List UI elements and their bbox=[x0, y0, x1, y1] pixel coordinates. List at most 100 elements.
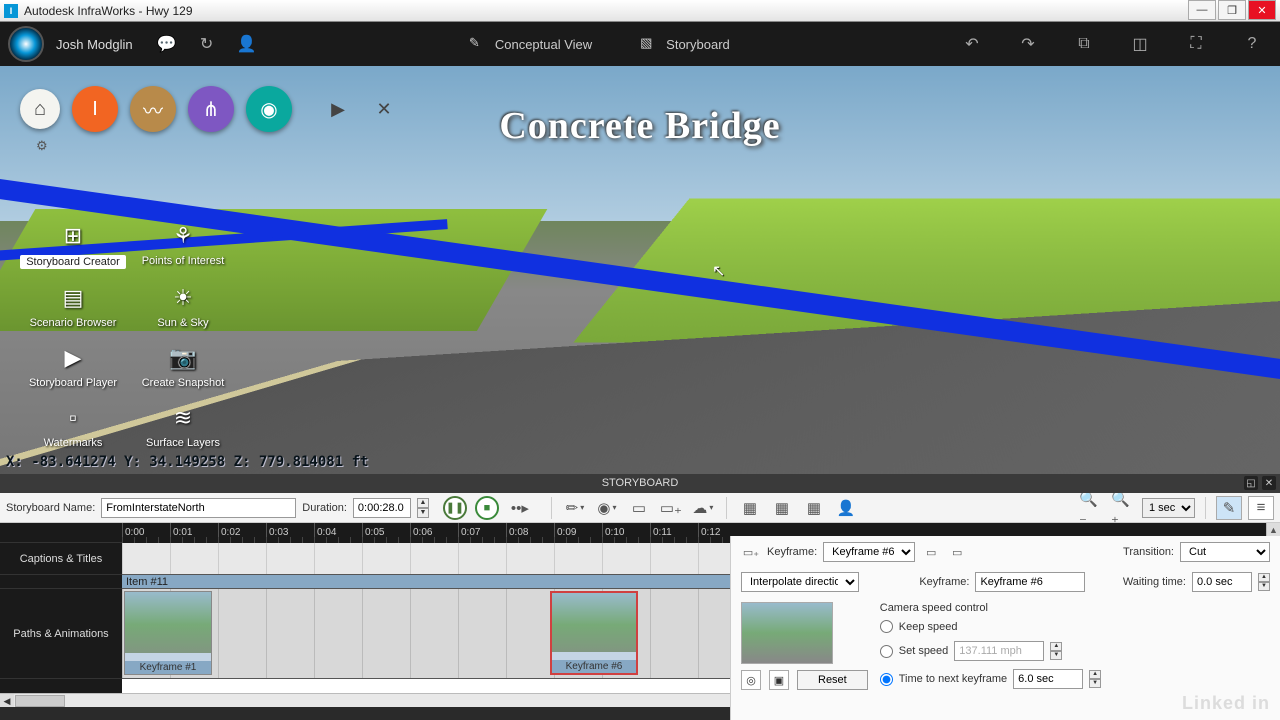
row-captions-label: Captions & Titles bbox=[0, 543, 122, 575]
app-menu-button[interactable] bbox=[8, 26, 44, 62]
duration-input[interactable] bbox=[353, 498, 411, 518]
keyframe-properties-panel: ▭₊ Keyframe: Keyframe #6 ▭ ▭ Transition:… bbox=[730, 536, 1280, 720]
add-weather-dropdown[interactable]: ☁ bbox=[690, 496, 716, 520]
cursor-icon: ↖ bbox=[712, 261, 725, 281]
zoom-in-icon[interactable]: 🔍₊ bbox=[1110, 496, 1136, 520]
keyframe2-input[interactable] bbox=[975, 572, 1085, 592]
edit-mode-button[interactable]: ✎ bbox=[1216, 496, 1242, 520]
grid-tool-2[interactable]: ▦ bbox=[769, 496, 795, 520]
waiting-input[interactable] bbox=[1192, 572, 1252, 592]
grid-tool-3[interactable]: ▦ bbox=[801, 496, 827, 520]
grid-plus-icon: ⊞ bbox=[56, 221, 90, 251]
camera-icon: 📷 bbox=[166, 343, 200, 373]
home-button[interactable]: ⌂ bbox=[20, 89, 60, 129]
stop-button[interactable]: ■ bbox=[475, 496, 499, 520]
user-name[interactable]: Josh Modglin bbox=[56, 37, 133, 52]
mode-bridge-button[interactable]: ⋔ bbox=[188, 86, 234, 132]
window-close-button[interactable]: ✕ bbox=[1248, 0, 1276, 20]
add-camera-dropdown[interactable]: ◉ bbox=[594, 496, 620, 520]
time-next-stepper[interactable]: ▲▼ bbox=[1089, 670, 1101, 688]
reset-button[interactable]: Reset bbox=[797, 670, 868, 690]
add-title-button[interactable]: ▭₊ bbox=[658, 496, 684, 520]
duplicate-icon[interactable]: ⧉ bbox=[1072, 32, 1096, 56]
transition-select[interactable]: Cut bbox=[1180, 542, 1270, 562]
step-icon[interactable]: ••▸ bbox=[507, 496, 533, 520]
redo-icon[interactable]: ↷ bbox=[1016, 32, 1040, 56]
record-person-icon[interactable]: 👤 bbox=[833, 496, 859, 520]
tools-icon[interactable]: ✕ bbox=[370, 95, 398, 123]
add-caption-button[interactable]: ▭ bbox=[626, 496, 652, 520]
mode-road-button[interactable]: 〰 bbox=[130, 86, 176, 132]
refresh-icon[interactable]: ↻ bbox=[195, 32, 219, 56]
window-title: Autodesk InfraWorks - Hwy 129 bbox=[24, 4, 193, 18]
pencil-icon: ✎ bbox=[469, 35, 487, 53]
conceptual-view-button[interactable]: ✎ Conceptual View bbox=[469, 35, 592, 53]
person-icon[interactable]: 👤 bbox=[235, 32, 259, 56]
storyboard-panel-header: STORYBOARD ◱ ✕ bbox=[0, 474, 1280, 493]
grid-tool-1[interactable]: ▦ bbox=[737, 496, 763, 520]
app-icon: I bbox=[4, 4, 18, 18]
chat-icon[interactable]: 💬 bbox=[155, 32, 179, 56]
tool-scenario-browser[interactable]: ▤ Scenario Browser bbox=[18, 283, 128, 329]
mode-drainage-button[interactable]: ◉ bbox=[246, 86, 292, 132]
main-toolbar: Josh Modglin 💬 ↻ 👤 ✎ Conceptual View ▧ S… bbox=[0, 22, 1280, 66]
storyboard-panel-title: STORYBOARD bbox=[602, 477, 679, 489]
browser-icon: ▤ bbox=[56, 283, 90, 313]
keyframe-add-icon[interactable]: ▭₊ bbox=[741, 542, 761, 562]
set-speed-stepper: ▲▼ bbox=[1050, 642, 1062, 660]
help-icon[interactable]: ? bbox=[1240, 32, 1264, 56]
fullscreen-icon[interactable]: ⛶ bbox=[1184, 32, 1208, 56]
keyframe-6[interactable]: Keyframe #6 bbox=[550, 591, 638, 675]
keyframe-thumbnail bbox=[741, 602, 833, 664]
sun-icon: ☀ bbox=[166, 283, 200, 313]
timescale-select[interactable]: 1 sec bbox=[1142, 498, 1195, 518]
radio-keep-speed[interactable]: Keep speed bbox=[880, 620, 1270, 633]
storyboard-toolbar: Storyboard Name: Duration: ▲▼ ❚❚ ■ ••▸ ✏… bbox=[0, 493, 1280, 523]
time-next-input[interactable] bbox=[1013, 669, 1083, 689]
storyboard-mode-button[interactable]: ▧ Storyboard bbox=[640, 35, 730, 53]
kf-next-icon[interactable]: ▭ bbox=[947, 542, 967, 562]
duration-stepper[interactable]: ▲▼ bbox=[417, 498, 429, 518]
pause-button[interactable]: ❚❚ bbox=[443, 496, 467, 520]
kf-prev-icon[interactable]: ▭ bbox=[921, 542, 941, 562]
storyboard-name-input[interactable] bbox=[101, 498, 296, 518]
storyboard-name-label: Storyboard Name: bbox=[6, 502, 95, 514]
mode-orange-button[interactable]: I bbox=[72, 86, 118, 132]
layers-icon: ≋ bbox=[166, 403, 200, 433]
panel-popout-button[interactable]: ◱ bbox=[1244, 476, 1258, 490]
window-maximize-button[interactable]: ❐ bbox=[1218, 0, 1246, 20]
keyframe-1[interactable]: Keyframe #1 bbox=[124, 591, 212, 675]
radio-time-next[interactable]: Time to next keyframe ▲▼ bbox=[880, 669, 1270, 689]
tool-create-snapshot[interactable]: 📷 Create Snapshot bbox=[128, 343, 238, 389]
list-mode-button[interactable]: ≡ bbox=[1248, 496, 1274, 520]
watermark-icon: ▫ bbox=[56, 403, 90, 433]
keyframe2-label: Keyframe: bbox=[919, 576, 969, 588]
viewport-3d[interactable]: 人人素材社区 Concrete Bridge ↖ ⌂ I 〰 ⋔ ◉ ▶ ✕ ⚙… bbox=[0, 66, 1280, 474]
tool-sun-sky[interactable]: ☀ Sun & Sky bbox=[128, 283, 238, 329]
radio-set-speed[interactable]: Set speed ▲▼ bbox=[880, 641, 1270, 661]
tool-surface-layers[interactable]: ≋ Surface Layers bbox=[128, 403, 238, 449]
split-view-icon[interactable]: ◫ bbox=[1128, 32, 1152, 56]
keyframe-select[interactable]: Keyframe #6 bbox=[823, 542, 915, 562]
present-icon[interactable]: ▶ bbox=[324, 95, 352, 123]
conceptual-view-label: Conceptual View bbox=[495, 37, 592, 52]
target-icon[interactable]: ◎ bbox=[741, 670, 761, 690]
window-titlebar: I Autodesk InfraWorks - Hwy 129 — ❐ ✕ bbox=[0, 0, 1280, 22]
waiting-stepper[interactable]: ▲▼ bbox=[1258, 573, 1270, 591]
tool-storyboard-player[interactable]: ▶ Storyboard Player bbox=[18, 343, 128, 389]
frame-icon[interactable]: ▣ bbox=[769, 670, 789, 690]
board-icon: ▧ bbox=[640, 35, 658, 53]
waiting-label: Waiting time: bbox=[1123, 576, 1186, 588]
zoom-out-icon[interactable]: 🔍₋ bbox=[1078, 496, 1104, 520]
tool-points-of-interest[interactable]: ⚘ Points of Interest bbox=[128, 221, 238, 269]
tool-storyboard-creator[interactable]: ⊞ Storyboard Creator bbox=[18, 221, 128, 269]
add-path-dropdown[interactable]: ✏ bbox=[562, 496, 588, 520]
panel-close-button[interactable]: ✕ bbox=[1262, 476, 1276, 490]
window-minimize-button[interactable]: — bbox=[1188, 0, 1216, 20]
undo-icon[interactable]: ↶ bbox=[960, 32, 984, 56]
interpolate-select[interactable]: Interpolate direction bbox=[741, 572, 859, 592]
gear-icon[interactable]: ⚙ bbox=[36, 138, 48, 154]
duration-label: Duration: bbox=[302, 502, 347, 514]
transition-label: Transition: bbox=[1123, 546, 1174, 558]
tool-watermarks[interactable]: ▫ Watermarks bbox=[18, 403, 128, 449]
